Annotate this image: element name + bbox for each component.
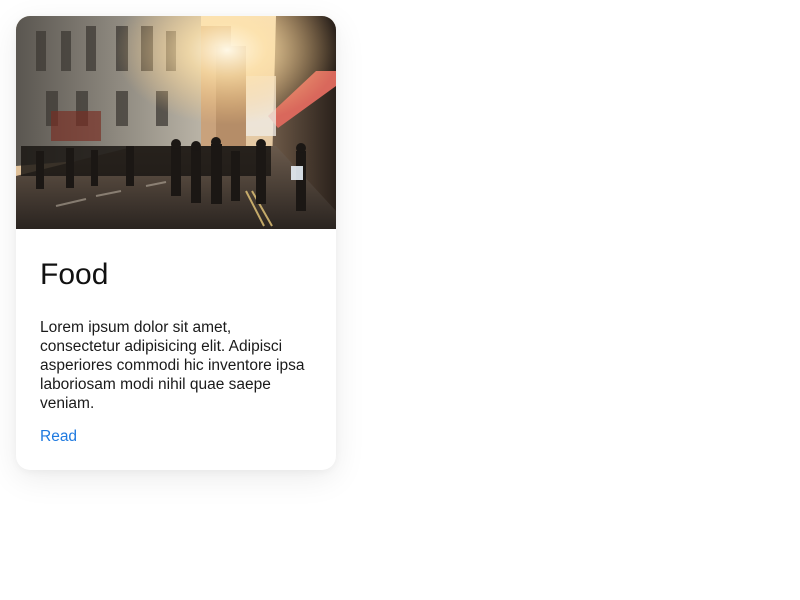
card-title: Food [40,258,109,291]
card-body: Food Lorem ipsum dolor sit amet, consect… [16,259,336,446]
street-photo [16,16,336,229]
card-image [16,16,336,229]
card-description: Lorem ipsum dolor sit amet, consectetur … [40,318,305,412]
read-link[interactable]: Read [40,428,77,446]
article-card: Food Lorem ipsum dolor sit amet, consect… [16,16,336,470]
